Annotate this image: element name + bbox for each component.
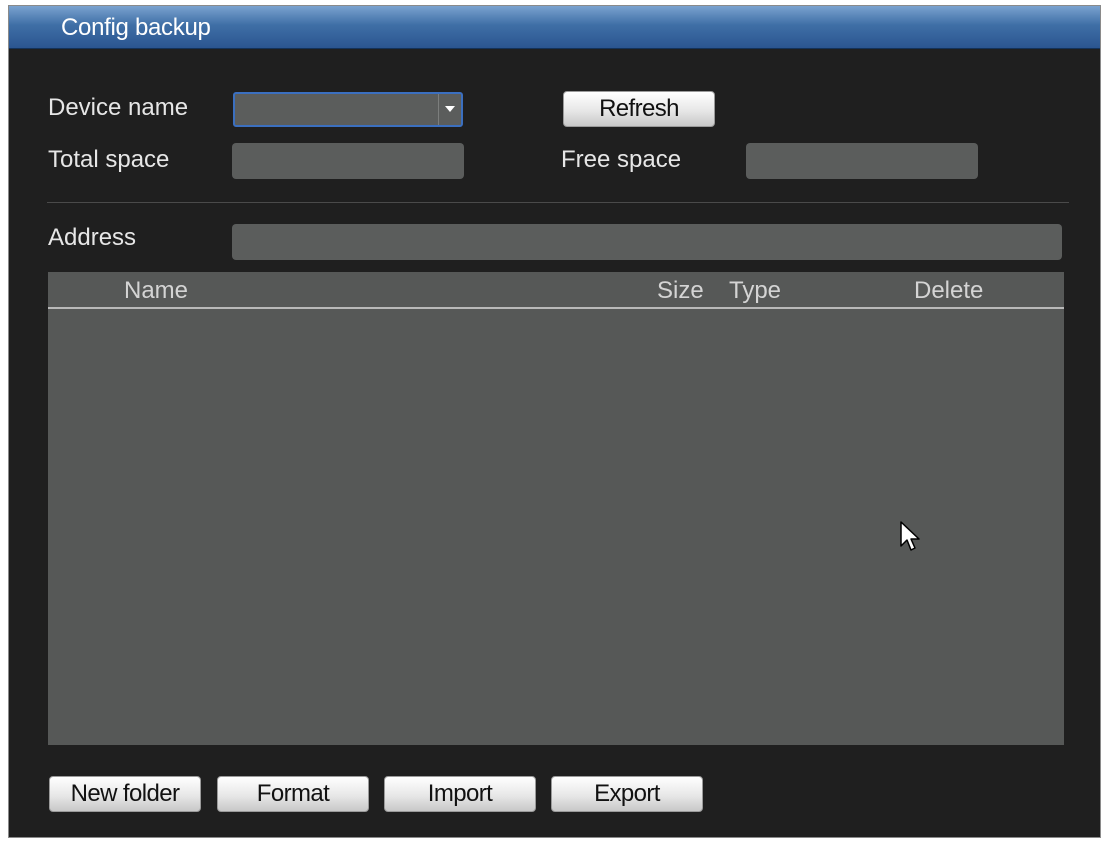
column-header-type[interactable]: Type — [729, 277, 781, 305]
free-space-field — [746, 143, 978, 179]
title-bar: Config backup — [9, 6, 1100, 49]
file-list-table[interactable]: Name Size Type Delete — [48, 272, 1064, 745]
free-space-label: Free space — [561, 146, 682, 173]
format-button[interactable]: Format — [217, 776, 369, 812]
total-space-field — [232, 143, 464, 179]
mouse-cursor-icon — [900, 521, 920, 551]
column-header-size[interactable]: Size — [657, 277, 704, 305]
column-header-delete[interactable]: Delete — [914, 277, 983, 305]
total-space-label: Total space — [48, 146, 170, 173]
table-header: Name Size Type Delete — [48, 272, 1064, 309]
import-button[interactable]: Import — [384, 776, 536, 812]
dropdown-arrow-button[interactable] — [438, 94, 461, 125]
window-title: Config backup — [61, 14, 211, 41]
chevron-down-icon — [445, 106, 455, 112]
refresh-button[interactable]: Refresh — [563, 91, 715, 127]
new-folder-button[interactable]: New folder — [49, 776, 201, 812]
column-header-name[interactable]: Name — [124, 277, 188, 305]
device-name-select[interactable] — [233, 92, 463, 127]
config-backup-window: Config backup Device name Refresh Total … — [8, 5, 1101, 838]
section-divider — [47, 202, 1069, 203]
device-name-label: Device name — [48, 94, 189, 121]
export-button[interactable]: Export — [551, 776, 703, 812]
address-label: Address — [48, 224, 137, 251]
address-field[interactable] — [232, 224, 1062, 260]
